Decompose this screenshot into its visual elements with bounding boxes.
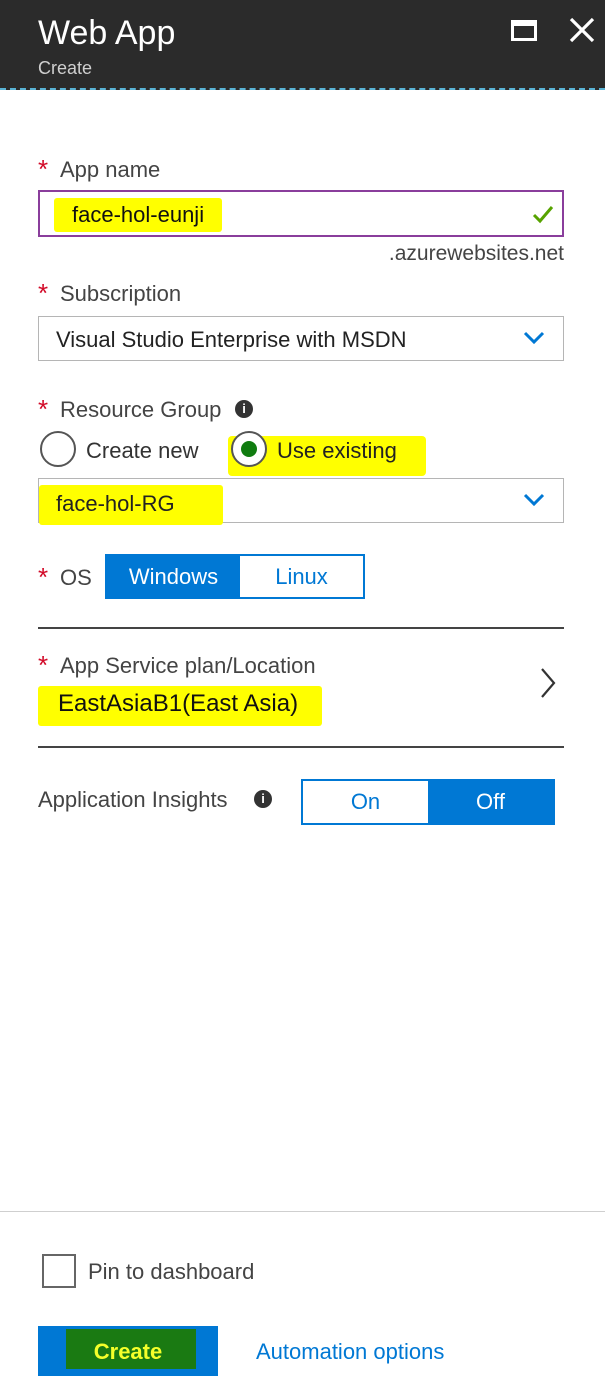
os-toggle[interactable]: Windows Linux [105,554,365,599]
close-icon[interactable] [566,14,598,46]
divider [38,746,564,748]
create-button[interactable]: Create [38,1326,218,1376]
resource-group-label: Resource Group [60,397,222,422]
radio-create-new[interactable] [40,431,76,467]
app-insights-label: Application Insights [38,787,228,812]
info-icon[interactable]: i [254,790,272,808]
use-existing-label: Use existing [277,438,397,463]
create-new-label: Create new [86,438,199,463]
required-marker: * [38,394,49,424]
app-insights-option-on[interactable]: On [303,781,428,823]
app-service-plan-selector[interactable]: * App Service plan/Location EastAsiaB1(E… [38,640,564,740]
check-icon [532,206,554,224]
subscription-value: Visual Studio Enterprise with MSDN [56,327,407,352]
app-name-input[interactable]: face-hol-eunji [38,190,564,237]
app-service-plan-value: EastAsiaB1(East Asia) [38,686,323,726]
os-option-windows[interactable]: Windows [107,556,240,597]
pin-to-dashboard-label: Pin to dashboard [88,1259,255,1284]
maximize-icon[interactable] [506,16,540,46]
os-option-linux[interactable]: Linux [240,556,363,597]
pin-to-dashboard-checkbox[interactable] [42,1254,76,1288]
required-marker: * [38,562,49,592]
app-insights-option-off[interactable]: Off [428,781,553,823]
chevron-right-icon[interactable] [538,666,558,700]
required-marker: * [38,278,49,308]
automation-options-link[interactable]: Automation options [256,1339,444,1365]
app-name-label: App name [60,157,161,182]
required-marker: * [38,154,49,184]
blade-header: Web App Create [0,0,605,90]
radio-use-existing[interactable] [231,431,267,467]
footer-divider [0,1211,605,1212]
blade-subtitle: Create [38,58,93,78]
resource-group-dropdown[interactable]: face-hol-RG [38,478,564,525]
create-button-label: Create [93,1339,163,1364]
app-insights-toggle[interactable]: On Off [301,779,555,825]
info-icon[interactable]: i [235,400,253,418]
chevron-down-icon [523,331,545,345]
blade-title: Web App [38,14,176,52]
domain-suffix: .azurewebsites.net [388,242,564,265]
resource-group-value: face-hol-RG [39,485,223,525]
divider [38,627,564,629]
os-label: OS [60,565,92,590]
subscription-label: Subscription [60,281,182,306]
subscription-dropdown[interactable]: Visual Studio Enterprise with MSDN [38,316,564,361]
required-marker: * [38,650,49,680]
app-service-plan-label: App Service plan/Location [60,653,316,678]
app-name-value: face-hol-eunji [54,198,223,232]
chevron-down-icon [523,493,545,507]
